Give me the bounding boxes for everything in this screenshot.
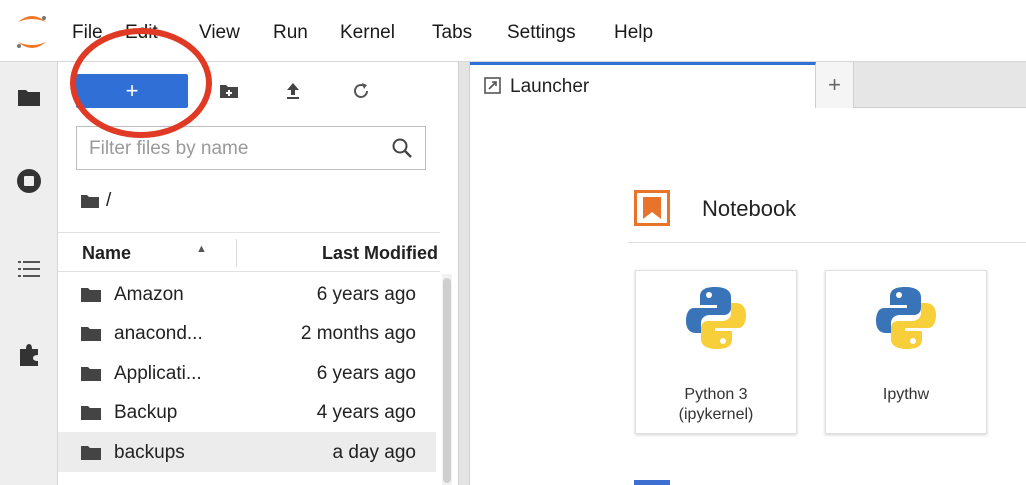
kernel-name: Python 3	[684, 386, 748, 403]
add-tab-button[interactable]: +	[816, 62, 854, 108]
table-of-contents-icon[interactable]	[14, 254, 44, 284]
file-name: Backup	[114, 402, 178, 423]
breadcrumb: /	[80, 186, 111, 216]
kernel-card[interactable]: Ipythw	[825, 270, 987, 434]
scrollbar-thumb[interactable]	[443, 278, 451, 483]
menu-edit[interactable]: Edit	[125, 22, 158, 44]
menu-settings[interactable]: Settings	[507, 22, 576, 44]
file-modified: 2 months ago	[300, 323, 416, 344]
file-row[interactable]: anacond... 2 months ago	[58, 313, 436, 353]
file-modified: 6 years ago	[316, 284, 416, 305]
folder-icon	[81, 288, 101, 302]
python-logo-icon	[686, 287, 746, 349]
python-logo-icon	[876, 287, 936, 349]
section-title: Notebook	[702, 196, 797, 221]
file-row-selected[interactable]: backups a day ago	[58, 432, 436, 472]
file-row[interactable]: Backup 4 years ago	[58, 392, 436, 432]
file-modified: 6 years ago	[316, 363, 416, 384]
folder-icon	[81, 446, 101, 460]
file-modified: 4 years ago	[316, 402, 416, 423]
notebook-section-icon	[634, 190, 670, 226]
running-kernels-icon[interactable]	[14, 166, 44, 196]
file-name: anacond...	[114, 323, 203, 344]
search-icon	[392, 138, 412, 158]
folder-icon	[81, 327, 101, 341]
menu-run[interactable]: Run	[273, 22, 308, 44]
breadcrumb-root[interactable]: /	[106, 190, 111, 212]
main-tab-bar: Launcher +	[470, 62, 1026, 108]
tab-label: Launcher	[510, 76, 590, 97]
folder-icon	[81, 367, 101, 381]
launcher-panel: Notebook Python 3 (ipykernel) Ipythw	[470, 108, 1026, 485]
refresh-icon[interactable]	[348, 78, 374, 104]
extension-manager-puzzle-icon[interactable]	[14, 340, 44, 370]
new-launcher-button[interactable]: +	[76, 74, 188, 108]
folder-icon	[81, 406, 101, 420]
activity-bar	[0, 62, 58, 485]
menu-help[interactable]: Help	[614, 22, 653, 44]
file-list-scrollbar[interactable]	[442, 274, 452, 485]
column-name-header[interactable]: Name	[82, 243, 131, 264]
file-browser-folder-icon[interactable]	[14, 82, 44, 112]
file-browser-panel: + / Name ▲ Last Modified Amazon 6 years …	[58, 62, 458, 485]
file-name: backups	[114, 442, 185, 463]
file-modified: a day ago	[332, 442, 416, 463]
panel-splitter[interactable]	[458, 62, 470, 485]
menu-bar: File Edit View Run Kernel Tabs Settings …	[0, 0, 1026, 62]
console-section-icon	[634, 480, 670, 485]
section-divider	[628, 242, 1026, 243]
kernel-card[interactable]: Python 3 (ipykernel)	[635, 270, 797, 434]
upload-icon[interactable]	[280, 78, 306, 104]
file-name: Amazon	[114, 284, 184, 305]
sort-ascending-icon: ▲	[196, 243, 207, 255]
menu-file[interactable]: File	[72, 22, 103, 44]
menu-view[interactable]: View	[199, 22, 240, 44]
kernel-name: Ipythw	[882, 386, 930, 403]
new-folder-icon[interactable]	[216, 78, 242, 104]
filter-files-box	[76, 126, 426, 170]
file-name: Applicati...	[114, 363, 202, 384]
menu-kernel[interactable]: Kernel	[340, 22, 395, 44]
jupyter-logo-icon[interactable]	[14, 12, 50, 52]
root-folder-icon[interactable]	[80, 194, 100, 209]
tab-launcher[interactable]: Launcher	[470, 62, 816, 108]
launcher-icon	[484, 77, 501, 94]
file-list-header: Name ▲ Last Modified	[58, 232, 440, 272]
column-last-modified-header[interactable]: Last Modified	[322, 243, 438, 264]
kernel-subname: (ipykernel)	[678, 406, 754, 423]
file-row[interactable]: Amazon 6 years ago	[58, 274, 436, 314]
menu-tabs[interactable]: Tabs	[432, 22, 472, 44]
column-resize-handle[interactable]	[236, 239, 237, 267]
file-row[interactable]: Applicati... 6 years ago	[58, 353, 436, 393]
filter-files-input[interactable]	[89, 135, 379, 163]
